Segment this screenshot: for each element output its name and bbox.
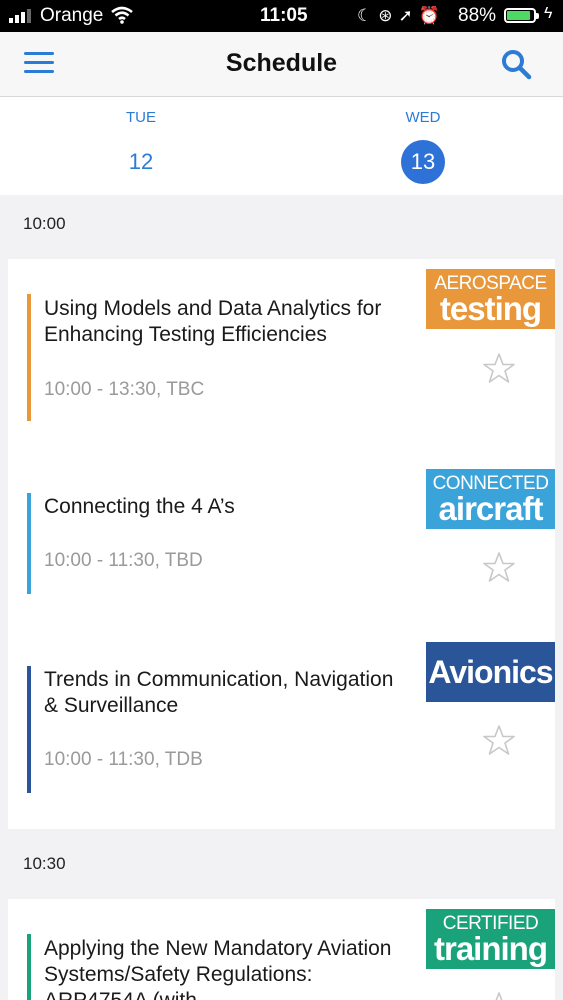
session-time: 10:00 - 11:30, TBD [44,550,203,571]
signal-icon [9,9,31,23]
favorite-star-icon[interactable] [482,724,516,761]
wifi-icon [111,6,133,30]
favorite-star-icon[interactable] [482,352,516,389]
status-icons: ☾⊛➚⏰ [357,6,446,26]
day-number-selected: 13 [401,140,445,184]
day-selector: TUE 12 WED 13 [0,97,563,295]
moon-icon: ☾ [357,6,379,25]
aerospace-testing-logo: AEROSPACE testing [426,269,555,329]
day-tab-tue[interactable]: TUE 12 [101,109,181,184]
avionics-logo: Avionics [426,642,555,702]
favorite-star-icon[interactable] [482,991,516,1000]
day-name: WED [405,109,441,126]
session-title: Applying the New Mandatory Aviation Syst… [44,937,392,1000]
session-color-bar [27,934,31,1000]
rotation-lock-icon: ⊛ [378,6,399,25]
session-color-bar [27,666,31,793]
search-icon[interactable] [500,48,532,85]
alarm-icon: ⏰ [418,6,446,25]
location-icon: ➚ [398,6,419,25]
time-slot-header: 10:00 [23,214,66,233]
page-title: Schedule [225,49,338,77]
carrier-name: Orange [40,5,104,26]
nav-bar: Schedule [0,32,563,97]
session-card: Using Models and Data Analytics for Enha… [8,259,555,829]
battery-icon [504,8,539,23]
session-time: 10:00 - 11:30, TDB [44,749,203,770]
day-number: 12 [128,149,154,174]
time-slot-header: 10:30 [23,854,66,873]
charging-icon: ϟ [544,5,553,22]
day-tab-wed[interactable]: WED 13 [383,109,463,184]
session-time: 10:00 - 13:30, TBC [44,379,205,400]
day-name: TUE [126,109,156,126]
session-color-bar [27,294,31,421]
clock-time: 11:05 [260,5,308,26]
session-color-bar [27,493,31,594]
favorite-star-icon[interactable] [482,551,516,588]
certified-training-logo: CERTIFIED training [426,909,555,969]
connected-aircraft-logo: CONNECTED aircraft [426,469,555,529]
status-bar: Orange 11:05 ☾⊛➚⏰ 88% ϟ [0,0,563,32]
battery-percent: 88% [458,5,497,26]
session-title: Connecting the 4 A’s [44,495,235,518]
session-title: Trends in Communication, Navigation & Su… [44,668,394,717]
session-card: Applying the New Mandatory Aviation Syst… [8,899,555,1000]
session-title: Using Models and Data Analytics for Enha… [44,297,382,346]
